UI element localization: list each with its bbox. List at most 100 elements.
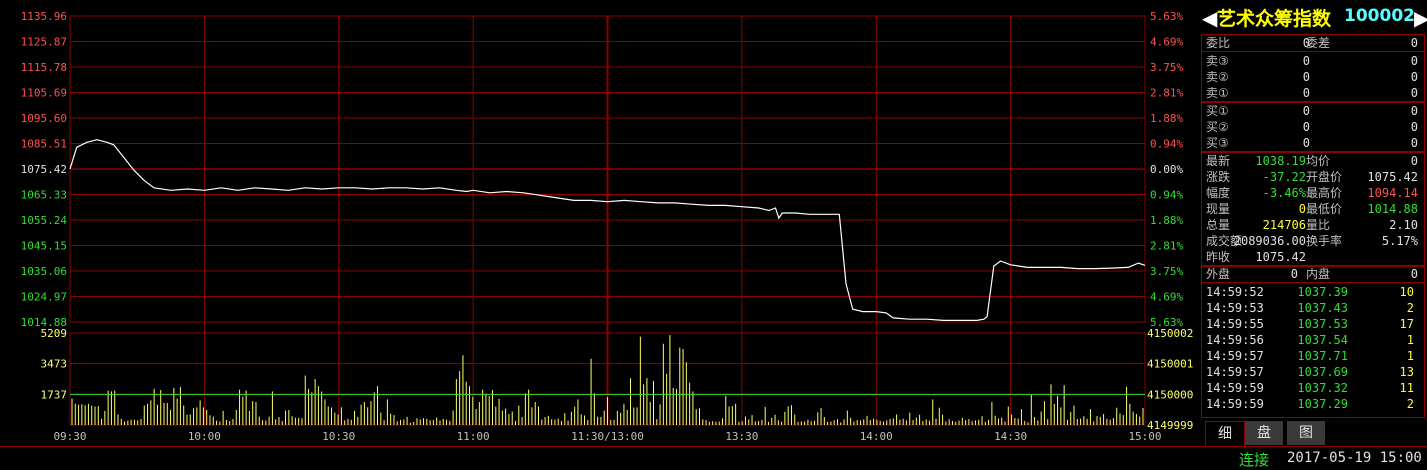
- outer-value: 0: [1290, 267, 1298, 281]
- latest-label: 最新: [1206, 154, 1231, 168]
- tick-volume: 17: [1399, 317, 1414, 331]
- prevclose-value: 1075.42: [1255, 250, 1306, 264]
- time-tick-label: 15:00: [1128, 430, 1161, 443]
- latest-value: 1038.19: [1255, 154, 1306, 168]
- price-axis-labels: 1135.96 1125.87 1115.78 1105.69 1095.60 1085.…: [21, 10, 68, 329]
- quote-row: 14:59:56 1037.54 1: [1206, 332, 1422, 348]
- tick-volume: 10: [1399, 285, 1414, 299]
- change-label: 涨跌: [1206, 170, 1231, 184]
- weibi-box: 委比 0 委差 0: [1201, 34, 1425, 52]
- outer-inner-box: 外盘 0 内盘 0: [1201, 265, 1425, 283]
- percent-tick-label: 0.00%: [1150, 163, 1183, 176]
- weicha-value: 0: [1410, 36, 1418, 50]
- price-tick-label: 1125.87: [21, 36, 67, 49]
- tab-chart[interactable]: 图: [1287, 421, 1325, 445]
- sell-level-volume: 0: [1410, 86, 1418, 100]
- curvol-value: 0: [1298, 202, 1306, 216]
- percent-tick-label: 3.75%: [1150, 265, 1183, 278]
- quote-row: 卖① 0 0: [1206, 85, 1422, 101]
- tick-time: 14:59:59: [1206, 397, 1264, 411]
- buy-level-label: 买②: [1206, 120, 1229, 134]
- time-tick-label: 10:00: [188, 430, 221, 443]
- quote-row: 买② 0 0: [1206, 119, 1422, 135]
- buy-level-price: 0: [1302, 104, 1310, 118]
- buy-level-price: 0: [1302, 136, 1310, 150]
- tick-price: 1037.29: [1297, 397, 1348, 411]
- price-tick-label: 1085.51: [21, 138, 67, 151]
- price-tick-label: 1135.96: [21, 10, 67, 23]
- percent-tick-label: 4.69%: [1150, 291, 1183, 304]
- price-tick-label: 1045.15: [21, 240, 67, 253]
- prev-arrow-icon[interactable]: ◀: [1202, 6, 1217, 30]
- tick-time: 14:59:59: [1206, 381, 1264, 395]
- percent-tick-label: 1.88%: [1150, 214, 1183, 227]
- quote-row: 14:59:52 1037.39 10: [1206, 284, 1422, 300]
- sell-level-label: 卖③: [1206, 54, 1229, 68]
- buy-level-volume: 0: [1410, 136, 1418, 150]
- price-tick-label: 1105.69: [21, 87, 67, 100]
- pct-label: 幅度: [1206, 186, 1231, 200]
- tick-price: 1037.53: [1297, 317, 1348, 331]
- tick-list: 14:59:52 1037.39 10 14:59:53 1037.43 2 14:59:5…: [1201, 282, 1425, 418]
- time-tick-label: 14:00: [860, 430, 893, 443]
- tick-price: 1037.69: [1297, 365, 1348, 379]
- volume-tick-label: 1737: [41, 388, 68, 401]
- percent-tick-label: 0.94%: [1150, 138, 1183, 151]
- totvol-value: 214706: [1262, 218, 1306, 232]
- volume-right-tick-label: 4150002: [1147, 327, 1193, 340]
- prevclose-label: 昨收: [1206, 250, 1231, 264]
- time-tick-label: 13:30: [725, 430, 758, 443]
- change-value: -37.22: [1262, 170, 1306, 184]
- high-label: 最高价: [1306, 186, 1343, 200]
- tick-volume: 11: [1399, 381, 1414, 395]
- totvol-label: 总量: [1206, 218, 1231, 232]
- index-code: 100002: [1344, 6, 1415, 26]
- quote-row: 14:59:53 1037.43 2: [1206, 300, 1422, 316]
- tab-orderbook[interactable]: 盘: [1245, 421, 1283, 445]
- price-tick-label: 1024.97: [21, 291, 67, 304]
- ratio-label: 量比: [1306, 218, 1331, 232]
- quote-row: 卖③ 0 0: [1206, 53, 1422, 69]
- price-tick-label: 1035.06: [21, 265, 67, 278]
- tick-price: 1037.71: [1297, 349, 1348, 363]
- volume-tick-label: 5209: [41, 327, 68, 340]
- time-axis-labels: 09:30 10:00 10:30 11:00 11:30/13:00 13:30 14:0…: [53, 430, 1161, 443]
- turnover-value: 5.17%: [1381, 234, 1418, 248]
- tick-time: 14:59:52: [1206, 285, 1264, 299]
- inner-label: 内盘: [1306, 267, 1331, 281]
- tick-time: 14:59:57: [1206, 349, 1264, 363]
- quote-row: 14:59:59 1037.29 2: [1206, 396, 1422, 412]
- chart-grid: [69, 15, 1146, 426]
- tick-price: 1037.54: [1297, 333, 1348, 347]
- tick-volume: 1: [1406, 349, 1414, 363]
- price-tick-label: 1075.42: [21, 163, 67, 176]
- volume-right-tick-label: 4150001: [1147, 358, 1193, 371]
- weibi-label: 委比: [1206, 36, 1231, 50]
- percent-tick-label: 0.94%: [1150, 189, 1183, 202]
- tick-time: 14:59:53: [1206, 301, 1264, 315]
- tick-time: 14:59:55: [1206, 317, 1264, 331]
- buy-level-volume: 0: [1410, 120, 1418, 134]
- next-arrow-icon[interactable]: ▶: [1414, 6, 1427, 30]
- sell-level-volume: 0: [1410, 70, 1418, 84]
- amount-value: 2089036.00: [1233, 234, 1306, 248]
- sell-level-price: 0: [1302, 54, 1310, 68]
- price-tick-label: 1115.78: [21, 61, 67, 74]
- connection-status[interactable]: 连接: [1239, 449, 1269, 470]
- percent-tick-label: 2.81%: [1150, 240, 1183, 253]
- tick-volume: 2: [1406, 301, 1414, 315]
- outer-label: 外盘: [1206, 267, 1231, 281]
- quote-row: 卖② 0 0: [1206, 69, 1422, 85]
- sell-level-price: 0: [1302, 70, 1310, 84]
- tab-detail[interactable]: 细: [1205, 421, 1245, 446]
- quote-row: 14:59:57 1037.71 1: [1206, 348, 1422, 364]
- tick-price: 1037.43: [1297, 301, 1348, 315]
- tick-volume: 1: [1406, 333, 1414, 347]
- price-tick-label: 1065.33: [21, 189, 67, 202]
- avg-value: 0: [1410, 154, 1418, 168]
- inner-value: 0: [1410, 267, 1418, 281]
- low-value: 1014.88: [1367, 202, 1418, 216]
- buy-level-label: 买①: [1206, 104, 1229, 118]
- quote-panel: ◀ 艺术众筹指数 100002 ▶ 委比 0 委差 0 卖③ 0 0 卖② 0 0 卖① 0 0…: [1200, 0, 1427, 446]
- percent-tick-label: 3.75%: [1150, 61, 1183, 74]
